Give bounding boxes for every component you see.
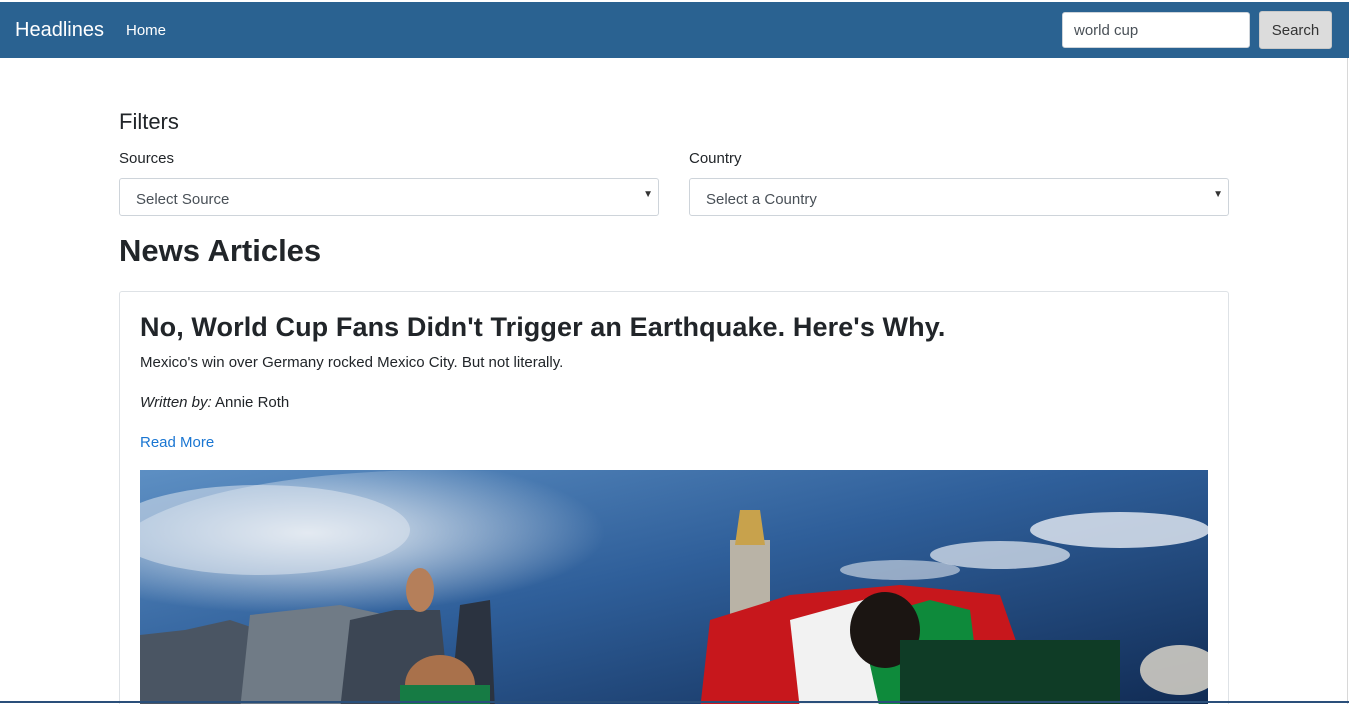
read-more-link[interactable]: Read More: [140, 434, 214, 451]
bottom-edge: [0, 701, 1349, 703]
brand-logo[interactable]: Headlines: [15, 19, 104, 42]
nav-home-link[interactable]: Home: [126, 22, 166, 39]
article-author: Written by: Annie Roth: [140, 394, 289, 411]
scrollbar-edge: [1347, 58, 1348, 704]
news-articles-heading: News Articles: [119, 233, 322, 268]
search-input[interactable]: [1062, 12, 1250, 48]
top-navbar: Headlines Home Search: [0, 2, 1349, 58]
sources-select[interactable]: Select Source ▼: [119, 178, 659, 216]
dropdown-arrow-icon: ▼: [643, 189, 653, 200]
author-prefix: Written by:: [140, 394, 212, 411]
country-select-value: Select a Country: [706, 191, 817, 208]
country-label: Country: [689, 150, 742, 167]
article-description: Mexico's win over Germany rocked Mexico …: [140, 354, 564, 371]
sources-select-value: Select Source: [136, 191, 230, 208]
filters-heading: Filters: [119, 109, 179, 134]
article-title: No, World Cup Fans Didn't Trigger an Ear…: [140, 312, 946, 342]
author-name: Annie Roth: [215, 394, 290, 411]
search-button[interactable]: Search: [1259, 11, 1332, 49]
dropdown-arrow-icon: ▼: [1213, 189, 1223, 200]
country-select[interactable]: Select a Country ▼: [689, 178, 1229, 216]
sources-label: Sources: [119, 150, 175, 167]
article-image: [140, 470, 1208, 704]
article-card: No, World Cup Fans Didn't Trigger an Ear…: [119, 291, 1229, 704]
